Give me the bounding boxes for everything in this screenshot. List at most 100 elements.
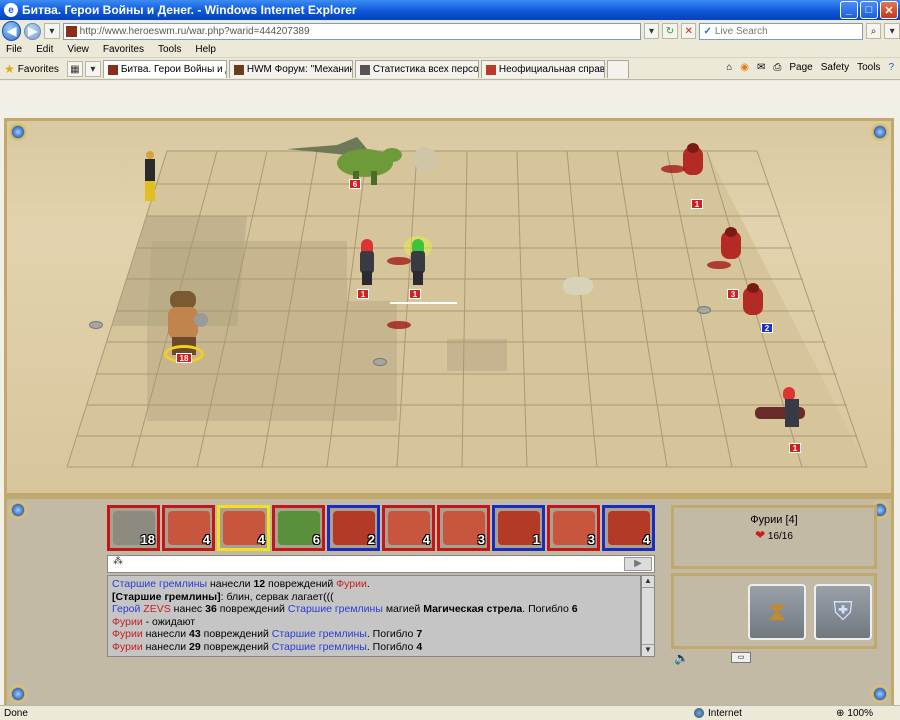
search-go-icon[interactable]: ⌕ xyxy=(865,23,882,39)
safety-menu[interactable]: Safety xyxy=(821,62,849,73)
log-line: Фурии - ожидают xyxy=(112,615,196,628)
tab-list-icon[interactable]: ▾ xyxy=(84,61,101,77)
queue-count: 3 xyxy=(477,532,485,547)
skull-decoration xyxy=(563,277,593,295)
chat-send-button[interactable]: ▶ xyxy=(624,557,652,571)
address-dropdown-icon[interactable]: ▾ xyxy=(643,23,660,39)
window-titlebar: e Битва. Герои Войны и Денег. - Windows … xyxy=(0,0,900,20)
imp-unit[interactable]: 1 xyxy=(681,143,705,209)
queue-slot-fury[interactable]: 4 xyxy=(382,505,435,551)
scroll-down-icon[interactable]: ▼ xyxy=(642,644,654,656)
search-input[interactable]: ✓ Live Search xyxy=(699,22,863,40)
security-zone: Internet xyxy=(694,708,742,719)
log-line: Фурии нанесли 43 повреждений Старшие гре… xyxy=(112,628,423,640)
queue-slot-fury-active[interactable]: 4 xyxy=(217,505,270,551)
help-icon[interactable]: ? xyxy=(888,62,894,73)
site-favicon-icon xyxy=(65,25,77,37)
wait-button[interactable]: ⧗ xyxy=(748,584,806,640)
chat-input-bar[interactable]: ⁂ ▶ xyxy=(107,555,655,573)
tab-favicon-icon xyxy=(107,64,118,75)
minimize-button[interactable]: _ xyxy=(840,1,858,19)
queue-slot-dragon[interactable]: 6 xyxy=(272,505,325,551)
hero-left xyxy=(140,151,160,203)
globe-icon xyxy=(694,708,704,718)
shield-icon: ⛨ xyxy=(833,596,853,626)
corner-ornament-icon xyxy=(9,685,27,703)
queue-slot-fury[interactable]: 4 xyxy=(162,505,215,551)
feeds-icon[interactable]: ◉ xyxy=(740,62,749,73)
menu-file[interactable]: File xyxy=(6,44,22,55)
queue-slot-minotaur[interactable]: 18 xyxy=(107,505,160,551)
tools-menu[interactable]: Tools xyxy=(857,62,880,73)
menu-tools[interactable]: Tools xyxy=(158,44,181,55)
rock-decoration xyxy=(373,358,387,366)
tab-forum[interactable]: HWM Форум: "Механика но... xyxy=(228,60,353,78)
maximize-button[interactable]: □ xyxy=(860,1,878,19)
players-list-icon[interactable]: ⁂ xyxy=(108,556,128,572)
favorites-label: Favorites xyxy=(17,63,59,75)
command-bar: ⌂ ◉ ✉ ⎙ Page Safety Tools ? xyxy=(726,62,894,73)
blood-splatter xyxy=(387,321,411,329)
dragon-icon xyxy=(287,137,437,185)
battlefield[interactable]: 6 1 1 18 1 3 2 1 xyxy=(4,118,894,496)
unit-info-panel: Фурии [4] ❤ 16/16 xyxy=(671,505,877,569)
home-icon[interactable]: ⌂ xyxy=(726,62,732,73)
tab-stats[interactable]: Статистика всех персонаж... xyxy=(354,60,479,78)
fury-active-unit[interactable]: 1 xyxy=(404,236,432,299)
forward-button[interactable]: ▶ xyxy=(24,22,42,40)
unit-name: Фурии [4] xyxy=(750,514,798,526)
minotaur-unit[interactable]: 18 xyxy=(164,291,214,367)
corner-ornament-icon xyxy=(871,123,889,141)
tab-reference-label: Неофициальная справка по... xyxy=(498,64,605,75)
zoom-control[interactable]: ⊕ 100% xyxy=(836,708,873,719)
address-toolbar: ◀ ▶ ▾ http://www.heroeswm.ru/war.php?war… xyxy=(0,20,900,42)
queue-count: 6 xyxy=(312,532,320,547)
menu-help[interactable]: Help xyxy=(195,44,216,55)
search-options-icon[interactable]: ▾ xyxy=(884,23,900,39)
print-icon[interactable]: ⎙ xyxy=(773,62,781,73)
fury-unit[interactable]: 1 xyxy=(356,239,378,299)
fury-unit[interactable]: 1 xyxy=(749,387,809,453)
menu-view[interactable]: View xyxy=(67,44,89,55)
gremlin-unit[interactable]: 2 xyxy=(741,283,773,333)
menu-edit[interactable]: Edit xyxy=(36,44,53,55)
imp-unit[interactable]: 3 xyxy=(719,227,743,299)
tab-forum-label: HWM Форум: "Механика но... xyxy=(246,64,352,75)
page-menu[interactable]: Page xyxy=(789,62,812,73)
sound-icon[interactable]: 🔈 xyxy=(674,651,689,665)
address-bar[interactable]: http://www.heroeswm.ru/war.php?warid=444… xyxy=(62,22,641,40)
status-bar: Done Internet ⊕ 100% xyxy=(0,705,900,720)
refresh-icon[interactable]: ↻ xyxy=(662,23,678,39)
history-dropdown-icon[interactable]: ▾ xyxy=(44,23,60,39)
scroll-up-icon[interactable]: ▲ xyxy=(642,576,654,588)
tab-battle[interactable]: Битва. Герои Войны и Д... ✕ xyxy=(102,60,227,78)
corner-ornament-icon xyxy=(9,123,27,141)
dragon-unit[interactable]: 6 xyxy=(287,127,437,189)
stop-icon[interactable]: ✕ xyxy=(680,23,697,39)
log-line: Герой ZEVS нанес 36 повреждений Старшие … xyxy=(112,603,578,615)
queue-slot-imp[interactable]: 1 xyxy=(492,505,545,551)
menu-favorites[interactable]: Favorites xyxy=(103,44,144,55)
mail-icon[interactable]: ✉ xyxy=(757,62,765,73)
favorites-button[interactable]: ★ Favorites xyxy=(4,62,65,76)
back-button[interactable]: ◀ xyxy=(2,21,22,41)
defend-button[interactable]: ⛨ xyxy=(814,584,872,640)
stack-count-badge: 1 xyxy=(357,289,369,299)
log-scrollbar[interactable]: ▲ ▼ xyxy=(641,575,655,657)
new-tab-button[interactable] xyxy=(606,60,629,78)
keyboard-icon[interactable]: ▭ xyxy=(731,652,751,663)
close-button[interactable]: ✕ xyxy=(880,1,898,19)
rock-decoration xyxy=(89,321,103,329)
page-content: 6 1 1 18 1 3 2 1 18 4 4 6 2 4 3 1 3 4 ⁂ … xyxy=(0,81,900,708)
search-placeholder: Live Search xyxy=(714,25,768,37)
queue-slot-gremlin[interactable]: 2 xyxy=(327,505,380,551)
queue-slot-fury[interactable]: 3 xyxy=(547,505,600,551)
quick-tabs-icon[interactable]: ▦ xyxy=(66,61,83,77)
queue-slot-fury[interactable]: 3 xyxy=(437,505,490,551)
stack-count-badge: 1 xyxy=(789,443,801,453)
stack-count-badge: 2 xyxy=(761,323,773,333)
queue-slot-imp[interactable]: 4 xyxy=(602,505,655,551)
battle-log: Старшие гремлины нанесли 12 повреждений … xyxy=(107,575,641,657)
tab-reference[interactable]: Неофициальная справка по... xyxy=(480,60,605,78)
live-search-icon: ✓ xyxy=(703,25,712,37)
